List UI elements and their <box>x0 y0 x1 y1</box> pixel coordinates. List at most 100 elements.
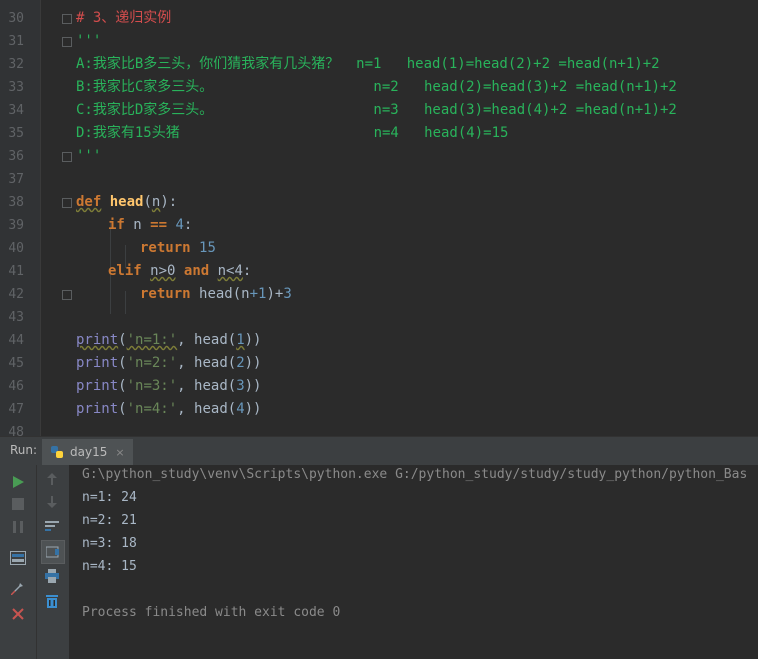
line-number: 46 <box>8 379 24 394</box>
docstring-line: D:我家有15头猪 n=4 head(4)=15 <box>76 125 509 141</box>
close-icon <box>12 608 24 620</box>
soft-wrap-button[interactable] <box>41 515 63 537</box>
pause-button[interactable] <box>7 516 29 538</box>
close-run-button[interactable] <box>7 603 29 625</box>
restore-layout-button[interactable] <box>7 547 29 569</box>
pin-icon <box>11 581 23 595</box>
play-icon <box>13 476 24 488</box>
gutter-divider <box>40 0 41 436</box>
fold-marker-icon[interactable] <box>62 37 72 47</box>
line-number: 42 <box>8 287 24 302</box>
console-line: n=3: 18 <box>82 536 137 551</box>
and-keyword: and <box>183 263 210 279</box>
def-keyword: def <box>76 194 102 210</box>
printer-icon <box>45 569 59 583</box>
fold-marker-icon[interactable] <box>62 290 72 300</box>
trash-icon <box>46 595 58 608</box>
line-number: 37 <box>8 172 24 187</box>
run-tab-day15[interactable]: day15 × <box>42 439 133 465</box>
code-line-return-rec: return head(n+1)+3 <box>140 286 292 302</box>
arrow-up-icon <box>47 473 57 485</box>
close-icon[interactable]: × <box>115 446 124 459</box>
line-number: 30 <box>8 11 24 26</box>
run-tool-window-header: Run: day15 × <box>0 436 758 465</box>
pin-tab-button[interactable] <box>7 577 29 599</box>
line-number-gutter: 30 31 32 33 34 35 36 37 38 39 40 41 42 4… <box>0 0 40 436</box>
wrap-icon <box>45 521 59 531</box>
code-editor[interactable]: 30 31 32 33 34 35 36 37 38 39 40 41 42 4… <box>0 0 758 436</box>
print-line: print('n=4:', head(4)) <box>76 401 262 417</box>
fold-marker-icon[interactable] <box>62 14 72 24</box>
line-number: 48 <box>8 425 24 436</box>
number-literal: 2 <box>236 355 245 371</box>
code-line-return15: return 15 <box>140 237 216 260</box>
pause-icon <box>13 521 23 533</box>
number-literal: 4 <box>175 217 184 233</box>
condition: n<4 <box>217 263 243 279</box>
print-builtin: print <box>76 378 119 394</box>
run-toolbar-left <box>0 465 36 659</box>
run-toolbar-right <box>36 465 69 659</box>
string-literal: 'n=1:' <box>126 332 178 348</box>
layout-icon <box>10 551 26 565</box>
docstring-line: A:我家比B多三头，你们猜我家有几头猪？ n=1 head(1)=head(2)… <box>76 56 660 72</box>
number-literal: 1 <box>236 332 245 348</box>
number-literal: 3 <box>236 378 245 394</box>
code-comment: # 3、递归实例 <box>76 10 172 26</box>
function-name: head <box>109 194 144 210</box>
scroll-end-icon <box>46 546 59 558</box>
stop-button[interactable] <box>7 493 29 515</box>
string-literal: 'n=3:' <box>126 378 178 394</box>
call-name: head <box>199 286 233 302</box>
print-button[interactable] <box>41 565 63 587</box>
number-literal: 4 <box>236 401 245 417</box>
return-keyword: return <box>140 286 191 302</box>
line-number: 44 <box>8 333 24 348</box>
fold-marker-icon[interactable] <box>62 152 72 162</box>
console-output[interactable]: G:\python_study\venv\Scripts\python.exe … <box>69 465 758 659</box>
number-literal: 15 <box>199 240 216 256</box>
fold-marker-icon[interactable] <box>62 198 72 208</box>
console-finish-message: Process finished with exit code 0 <box>82 605 341 620</box>
line-number: 39 <box>8 218 24 233</box>
code-line-elif: elif n>0 and n<4: <box>108 263 252 279</box>
number-literal: +1 <box>249 286 267 302</box>
docstring-open: ''' <box>76 33 102 49</box>
run-tab-label: day15 <box>70 445 108 459</box>
line-number: 32 <box>8 57 24 72</box>
line-number: 35 <box>8 126 24 141</box>
console-line: n=1: 24 <box>82 490 137 505</box>
arrow-down-icon <box>47 496 57 508</box>
var-name: n <box>133 217 142 233</box>
string-literal: 'n=4:' <box>126 401 178 417</box>
print-line: print('n=1:', head(1)) <box>76 332 262 348</box>
line-number: 43 <box>8 310 24 325</box>
scroll-up-button[interactable] <box>41 468 63 490</box>
line-number: 38 <box>8 195 24 210</box>
console-command: G:\python_study\venv\Scripts\python.exe … <box>82 467 748 482</box>
code-line-def: def head(n): <box>76 194 178 210</box>
line-number: 34 <box>8 103 24 118</box>
line-number: 47 <box>8 402 24 417</box>
string-literal: 'n=2:' <box>126 355 178 371</box>
rerun-button[interactable] <box>7 471 29 493</box>
condition: n>0 <box>150 263 176 279</box>
line-number: 31 <box>8 34 24 49</box>
python-icon <box>51 446 63 458</box>
elif-keyword: elif <box>108 263 142 279</box>
line-number: 33 <box>8 80 24 95</box>
stop-icon <box>12 498 24 510</box>
call-arg: n <box>241 286 250 302</box>
line-number: 45 <box>8 356 24 371</box>
clear-all-button[interactable] <box>41 590 63 612</box>
print-builtin: print <box>76 355 119 371</box>
scroll-to-end-button[interactable] <box>41 540 65 564</box>
line-number: 40 <box>8 241 24 256</box>
docstring-line: B:我家比C家多三头。 n=2 head(2)=head(3)+2 =head(… <box>76 79 677 95</box>
docstring-line: C:我家比D家多三头。 n=3 head(3)=head(4)+2 =head(… <box>76 102 677 118</box>
docstring-close: ''' <box>76 148 102 164</box>
line-number: 41 <box>8 264 24 279</box>
console-line: n=4: 15 <box>82 559 137 574</box>
scroll-down-button[interactable] <box>41 491 63 513</box>
param-name: n <box>151 194 161 210</box>
